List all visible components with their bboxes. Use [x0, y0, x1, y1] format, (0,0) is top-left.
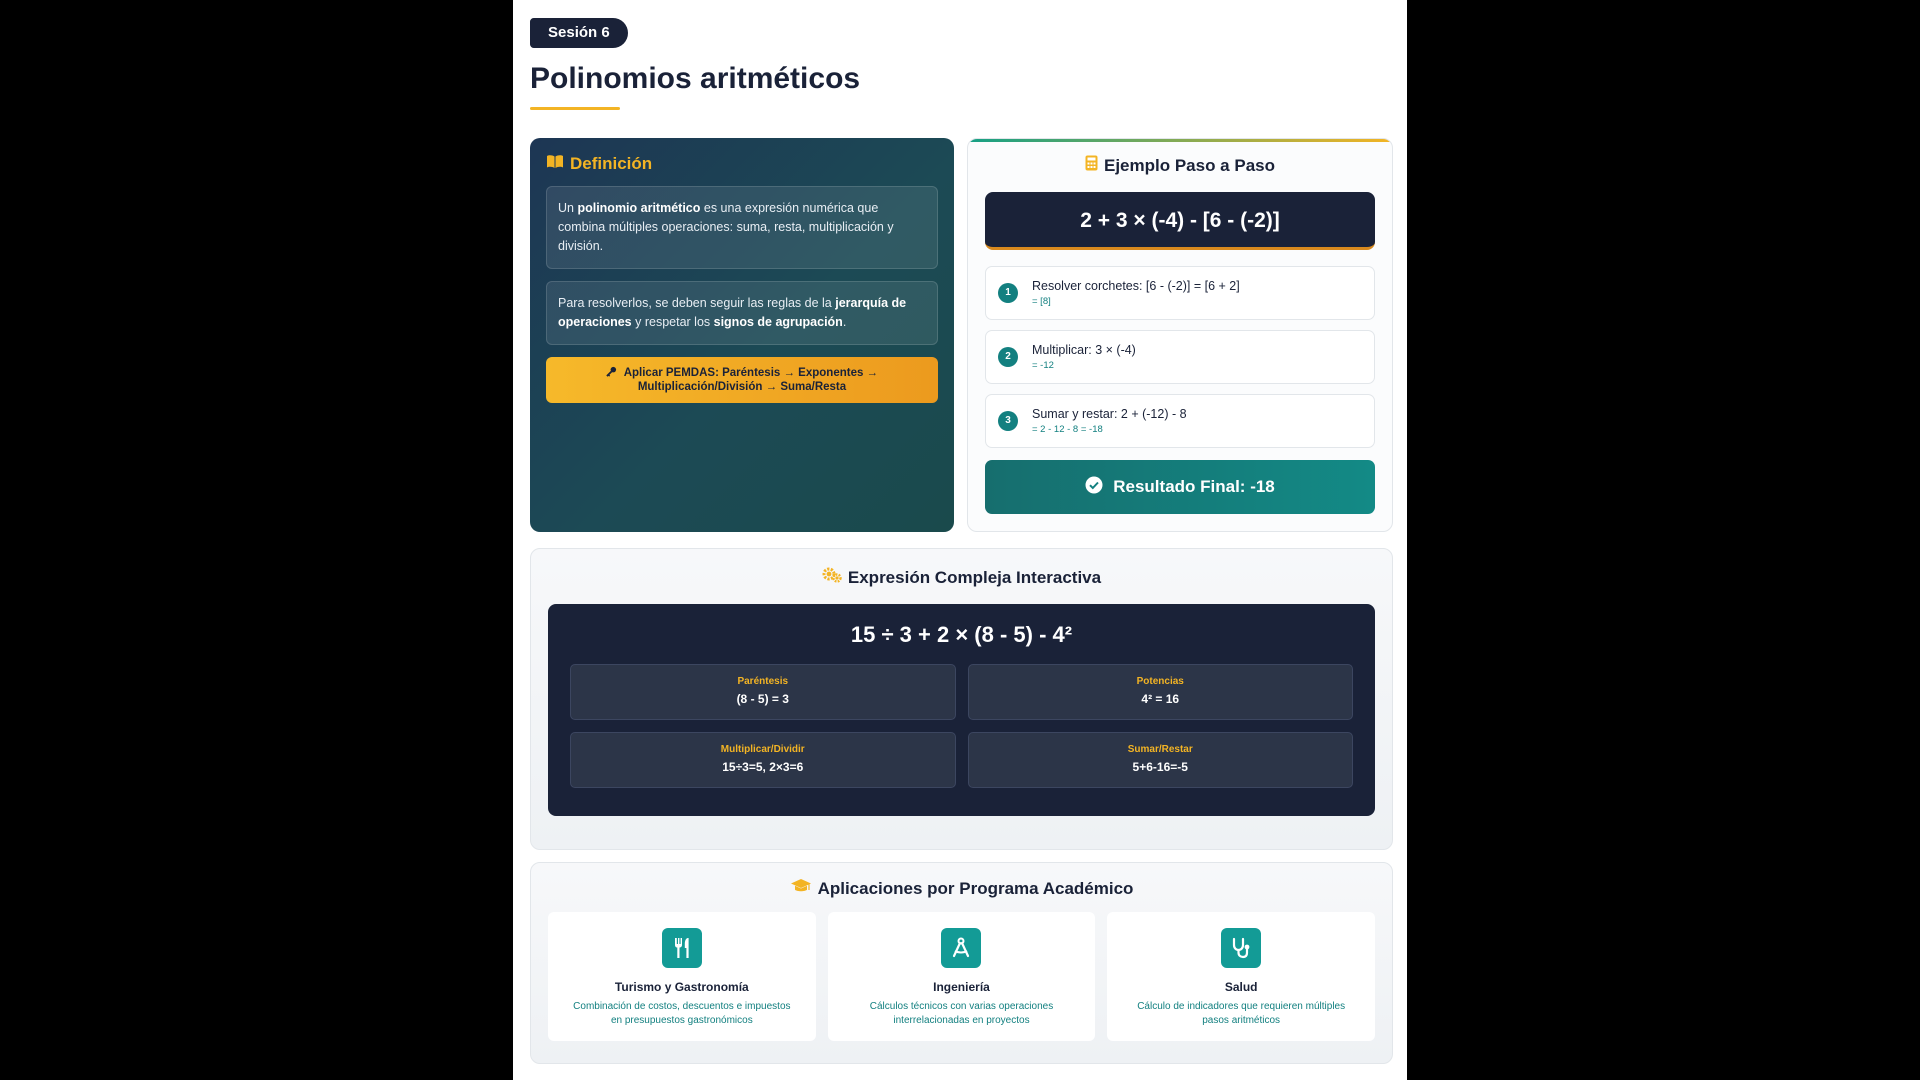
complex-panel: 15 ÷ 3 + 2 × (8 - 5) - 4² Paréntesis (8 …	[548, 604, 1375, 816]
definition-title: Definición	[570, 154, 653, 173]
definition-paragraph-2: Para resolverlos, se deben seguir las re…	[546, 281, 938, 345]
operation-label: Sumar/Restar	[1127, 744, 1193, 755]
operation-value: (8 - 5) = 3	[736, 692, 789, 706]
complex-expression-card: Expresión Compleja Interactiva 15 ÷ 3 + …	[530, 548, 1393, 850]
pemdas-line-1: Aplicar PEMDAS: Paréntesis → Exponentes …	[623, 367, 879, 379]
example-heading: Ejemplo Paso a Paso	[985, 155, 1375, 176]
step-result: = [8]	[1032, 296, 1051, 307]
application-description: Cálculos técnicos con varias operaciones…	[869, 1001, 1054, 1026]
operation-value: 5+6-16=-5	[1132, 760, 1188, 774]
step-item: 2 Multiplicar: 3 × (-4) = -12	[985, 330, 1375, 384]
definition-text: .	[842, 315, 847, 329]
page-title: Polinomios aritméticos	[530, 62, 861, 95]
calculator-icon	[1085, 155, 1098, 176]
example-card: Ejemplo Paso a Paso 2 + 3 × (-4) - [6 - …	[967, 138, 1393, 532]
operation-cell: Potencias 4² = 16	[967, 664, 1353, 720]
compass-icon	[941, 928, 982, 968]
definition-term: polinomio aritmético	[577, 201, 701, 215]
definition-heading: Definición	[546, 154, 938, 174]
step-item: 3 Sumar y restar: 2 + (-12) - 8 = 2 - 12…	[985, 394, 1375, 448]
operation-label: Multiplicar/Dividir	[720, 744, 805, 755]
application-item: Salud Cálculo de indicadores que requier…	[1107, 912, 1375, 1041]
step-result: = -12	[1032, 360, 1054, 371]
definition-term: signos de agrupación	[713, 315, 843, 329]
example-title: Ejemplo Paso a Paso	[1103, 155, 1275, 175]
applications-heading: Aplicaciones por Programa Académico	[548, 878, 1375, 899]
step-number: 3	[998, 411, 1018, 431]
slide: Sesión 6 Polinomios aritméticos Definici…	[513, 0, 1407, 1080]
stethoscope-icon	[1221, 928, 1262, 968]
step-number: 2	[998, 347, 1018, 367]
application-name: Turismo y Gastronomía	[614, 980, 749, 994]
applications-card: Aplicaciones por Programa Académico Turi…	[530, 862, 1393, 1064]
application-item: Ingeniería Cálculos técnicos con varias …	[827, 912, 1096, 1041]
utensils-icon	[661, 928, 702, 968]
operation-value: 4² = 16	[1141, 692, 1180, 706]
step-description: Sumar y restar: 2 + (-12) - 8	[1032, 407, 1187, 421]
application-item: Turismo y Gastronomía Combinación de cos…	[548, 912, 816, 1041]
definition-card: Definición Un polinomio aritmético es un…	[530, 138, 954, 532]
operation-cell: Sumar/Restar 5+6-16=-5	[967, 732, 1353, 788]
step-number: 1	[998, 283, 1018, 303]
check-circle-icon	[1085, 476, 1103, 499]
definition-paragraph-1: Un polinomio aritmético es una expresión…	[546, 186, 938, 269]
application-name: Salud	[1224, 980, 1258, 994]
book-icon	[546, 154, 564, 174]
operation-cell: Multiplicar/Dividir 15÷3=5, 2×3=6	[570, 732, 956, 788]
session-badge: Sesión 6	[530, 18, 628, 48]
definition-text: y respetar los	[631, 315, 714, 329]
complex-title: Expresión Compleja Interactiva	[847, 567, 1102, 587]
example-expression: 2 + 3 × (-4) - [6 - (-2)]	[985, 192, 1375, 250]
graduation-cap-icon	[790, 878, 812, 899]
step-description: Multiplicar: 3 × (-4)	[1032, 343, 1136, 357]
title-underline	[530, 107, 620, 110]
gears-icon	[822, 567, 842, 588]
application-description: Combinación de costos, descuentos e impu…	[573, 1001, 791, 1026]
applications-title: Aplicaciones por Programa Académico	[817, 878, 1134, 898]
definition-text: Para resolverlos, se deben seguir las re…	[558, 296, 836, 310]
operation-label: Potencias	[1136, 676, 1184, 687]
definition-text: Un	[558, 201, 578, 215]
pemdas-callout: Aplicar PEMDAS: Paréntesis → Exponentes …	[546, 357, 938, 403]
operation-value: 15÷3=5, 2×3=6	[722, 760, 804, 774]
pemdas-line-2: Multiplicación/División → Suma/Resta	[637, 381, 847, 393]
key-icon	[606, 366, 624, 379]
complex-expression: 15 ÷ 3 + 2 × (8 - 5) - 4²	[850, 622, 1073, 647]
step-description: Resolver corchetes: [6 - (-2)] = [6 + 2]	[1032, 279, 1240, 293]
application-description: Cálculo de indicadores que requieren múl…	[1137, 1001, 1346, 1026]
step-item: 1 Resolver corchetes: [6 - (-2)] = [6 + …	[985, 266, 1375, 320]
operation-cell: Paréntesis (8 - 5) = 3	[570, 664, 956, 720]
application-name: Ingeniería	[933, 980, 990, 994]
final-result: Resultado Final: -18	[985, 460, 1375, 514]
step-result: = 2 - 12 - 8 = -18	[1032, 424, 1103, 435]
complex-heading: Expresión Compleja Interactiva	[548, 567, 1375, 588]
operation-label: Paréntesis	[737, 676, 789, 687]
final-result-text: Resultado Final: -18	[1113, 477, 1275, 496]
